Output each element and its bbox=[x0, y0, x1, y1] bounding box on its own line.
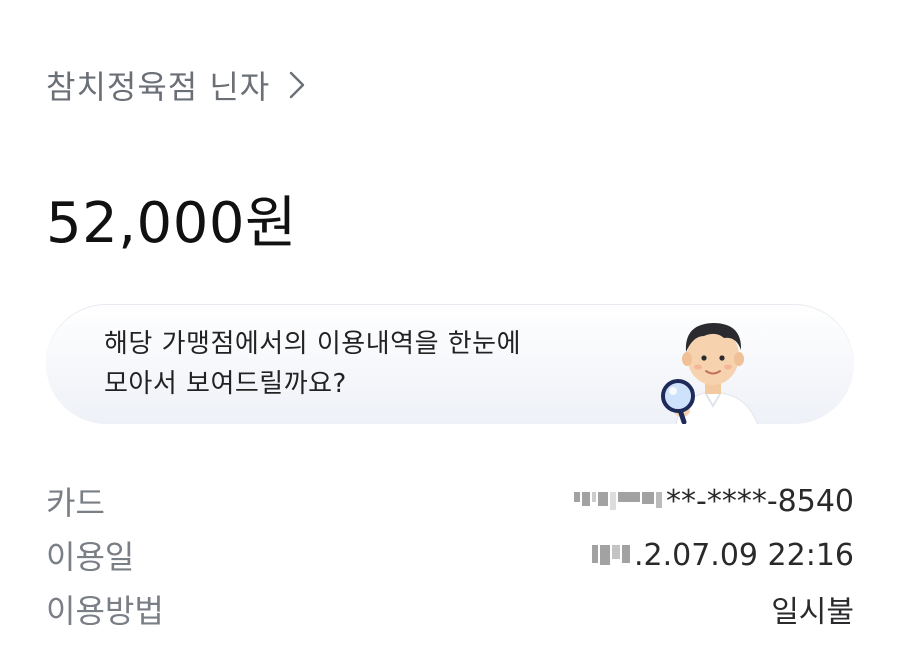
detail-value-method: 일시불 bbox=[771, 595, 854, 630]
merchant-link[interactable]: 참치정육점 닌자 bbox=[46, 62, 306, 108]
payment-details: 카드 **-****-8540 이용일 .2.07.09 22:16 이용방법 … bbox=[46, 474, 854, 636]
banner-text: 해당 가맹점에서의 이용내역을 한눈에 모아서 보여드릴까요? bbox=[104, 324, 521, 404]
merchant-history-banner[interactable]: 해당 가맹점에서의 이용내역을 한눈에 모아서 보여드릴까요? bbox=[46, 304, 854, 424]
payment-amount: 52,000원 bbox=[46, 191, 297, 256]
detail-value-card: **-****-8540 bbox=[574, 484, 854, 519]
detail-row-date: 이용일 .2.07.09 22:16 bbox=[46, 528, 854, 582]
masked-blur bbox=[574, 492, 662, 510]
detail-value-date: .2.07.09 22:16 bbox=[591, 538, 854, 573]
merchant-name: 참치정육점 닌자 bbox=[46, 68, 271, 106]
person-magnifier-icon bbox=[658, 314, 768, 424]
banner-line-2: 모아서 보여드릴까요? bbox=[104, 369, 347, 399]
detail-row-method: 이용방법 일시불 bbox=[46, 582, 854, 636]
chevron-right-icon bbox=[288, 70, 306, 100]
detail-label: 이용방법 bbox=[46, 592, 164, 630]
detail-label: 이용일 bbox=[46, 538, 135, 576]
detail-row-card: 카드 **-****-8540 bbox=[46, 474, 854, 528]
banner-line-1: 해당 가맹점에서의 이용내역을 한눈에 bbox=[104, 329, 522, 359]
detail-label: 카드 bbox=[46, 484, 105, 522]
masked-blur bbox=[591, 545, 630, 565]
